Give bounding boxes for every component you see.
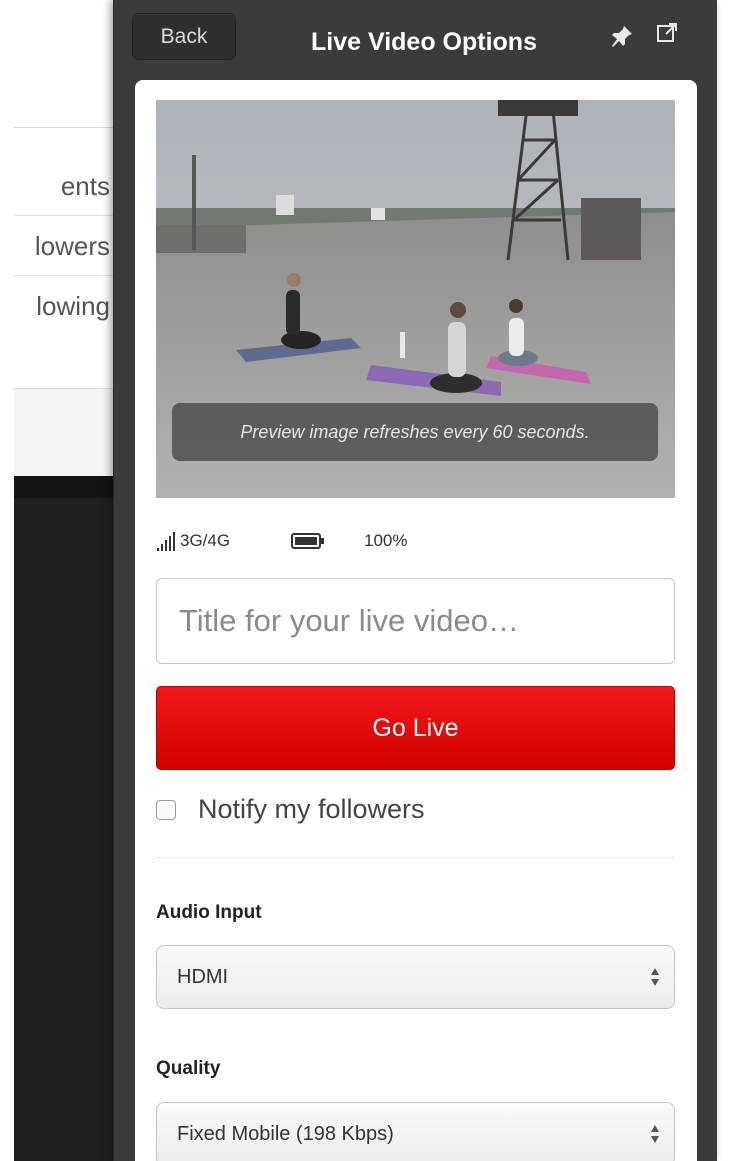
battery-icon [291,533,324,549]
live-video-options-panel: Back Live Video Options Preview image re… [113,0,717,1161]
quality-value: Fixed Mobile (198 Kbps) [177,1123,394,1145]
notify-followers-checkbox[interactable] [156,800,176,820]
background-grey-area [14,388,124,476]
background-nav-label: lowing [36,291,110,321]
go-live-button[interactable]: Go Live [156,686,675,770]
pin-icon[interactable] [610,24,634,48]
panel-title: Live Video Options [311,28,537,56]
section-divider [156,857,675,858]
audio-input-label: Audio Input [156,902,262,923]
quality-select[interactable]: Fixed Mobile (198 Kbps) [156,1102,675,1161]
audio-input-value: HDMI [177,966,229,988]
network-type-label: 3G/4G [180,531,231,550]
notify-followers-label: Notify my followers [198,794,425,824]
back-button[interactable]: Back [132,13,236,60]
select-arrows-icon [651,1125,659,1143]
popout-icon[interactable] [656,22,678,44]
audio-input-select[interactable]: HDMI [156,945,675,1009]
background-nav-item[interactable]: lowing [14,276,124,336]
video-preview-image: Preview image refreshes every 60 seconds… [156,100,675,498]
battery-level-label: 100% [364,531,408,550]
background-nav-item[interactable]: lowers [14,216,124,276]
select-arrows-icon [651,968,659,986]
background-nav-label: ents [60,171,110,201]
background-nav-item[interactable]: ents [14,156,124,216]
background-dark-area [14,476,124,1161]
preview-refresh-caption: Preview image refreshes every 60 seconds… [172,403,658,461]
background-nav-label: lowers [34,231,110,261]
background-header [14,0,124,128]
video-title-input[interactable] [156,578,675,664]
background-dark-stripe [14,476,124,498]
quality-label: Quality [156,1058,221,1079]
panel-content: Preview image refreshes every 60 seconds… [135,80,697,1161]
device-status-row: 3G/4G 100% [156,528,675,554]
signal-bars-icon [157,532,175,551]
